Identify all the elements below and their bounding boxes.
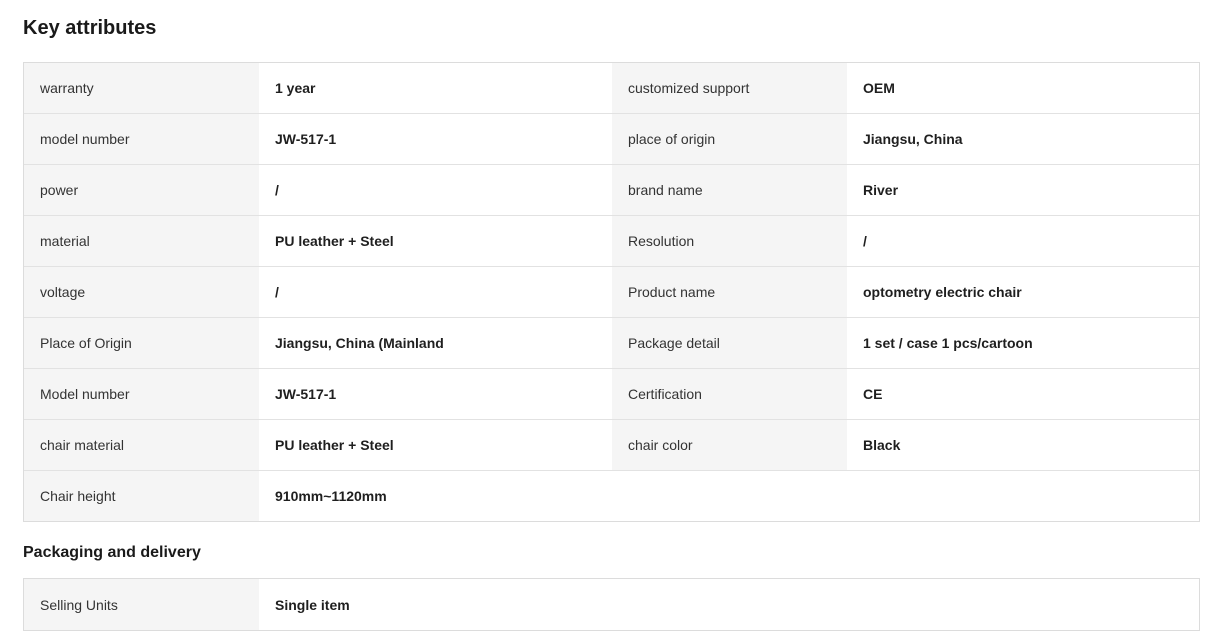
attribute-label: power xyxy=(24,165,259,215)
attribute-row: material PU leather + Steel Resolution / xyxy=(24,216,1199,267)
attribute-value: JW-517-1 xyxy=(259,114,612,164)
attribute-label: brand name xyxy=(612,165,847,215)
attribute-value: Jiangsu, China xyxy=(847,114,1199,164)
attribute-row: power / brand name River xyxy=(24,165,1199,216)
key-attributes-title: Key attributes xyxy=(23,17,157,39)
attribute-label: Product name xyxy=(612,267,847,317)
attribute-label: Certification xyxy=(612,369,847,419)
attribute-value: 1 set / case 1 pcs/cartoon xyxy=(847,318,1199,368)
attribute-row: Chair height 910mm~1120mm xyxy=(24,471,1199,521)
attribute-label: material xyxy=(24,216,259,266)
attribute-label: Resolution xyxy=(612,216,847,266)
attribute-row: model number JW-517-1 place of origin Ji… xyxy=(24,114,1199,165)
attribute-value: optometry electric chair xyxy=(847,267,1199,317)
empty-cell xyxy=(847,579,1199,630)
attribute-label: model number xyxy=(24,114,259,164)
key-attributes-table: warranty 1 year customized support OEM m… xyxy=(23,62,1200,522)
attribute-label: Package detail xyxy=(612,318,847,368)
attribute-label: Chair height xyxy=(24,471,259,521)
attribute-value: 1 year xyxy=(259,63,612,113)
attribute-value: Black xyxy=(847,420,1199,470)
attribute-value: Jiangsu, China (Mainland xyxy=(259,318,612,368)
attribute-value: River xyxy=(847,165,1199,215)
empty-cell xyxy=(612,471,847,521)
attribute-label: Selling Units xyxy=(24,579,259,630)
attribute-value: PU leather + Steel xyxy=(259,420,612,470)
attribute-value: PU leather + Steel xyxy=(259,216,612,266)
attribute-value: Single item xyxy=(259,579,612,630)
product-attributes-page: Key attributes warranty 1 year customize… xyxy=(0,0,1208,640)
attribute-value: JW-517-1 xyxy=(259,369,612,419)
attribute-label: chair color xyxy=(612,420,847,470)
attribute-value: 910mm~1120mm xyxy=(259,471,612,521)
attribute-row: Selling Units Single item xyxy=(24,579,1199,630)
attribute-row: Place of Origin Jiangsu, China (Mainland… xyxy=(24,318,1199,369)
attribute-row: Model number JW-517-1 Certification CE xyxy=(24,369,1199,420)
attribute-value: / xyxy=(259,267,612,317)
attribute-value: / xyxy=(847,216,1199,266)
attribute-value: CE xyxy=(847,369,1199,419)
empty-cell xyxy=(612,579,847,630)
packaging-table: Selling Units Single item xyxy=(23,578,1200,631)
attribute-value: OEM xyxy=(847,63,1199,113)
attribute-label: voltage xyxy=(24,267,259,317)
attribute-row: chair material PU leather + Steel chair … xyxy=(24,420,1199,471)
attribute-label: warranty xyxy=(24,63,259,113)
attribute-row: warranty 1 year customized support OEM xyxy=(24,63,1199,114)
attribute-value: / xyxy=(259,165,612,215)
packaging-delivery-title: Packaging and delivery xyxy=(23,544,201,561)
attribute-label: chair material xyxy=(24,420,259,470)
attribute-label: place of origin xyxy=(612,114,847,164)
attribute-label: customized support xyxy=(612,63,847,113)
empty-cell xyxy=(847,471,1199,521)
attribute-label: Model number xyxy=(24,369,259,419)
attribute-label: Place of Origin xyxy=(24,318,259,368)
attribute-row: voltage / Product name optometry electri… xyxy=(24,267,1199,318)
